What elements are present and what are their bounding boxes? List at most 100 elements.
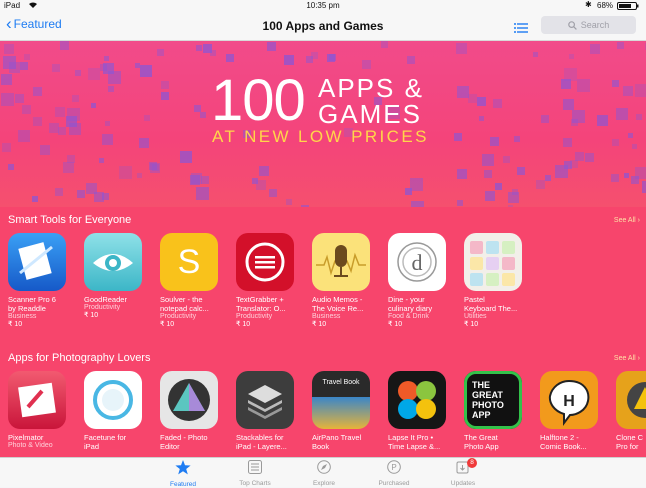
banner-square bbox=[311, 52, 318, 59]
app-name-line2: Editor bbox=[160, 442, 180, 451]
banner-square bbox=[102, 134, 113, 145]
banner-square bbox=[105, 121, 110, 126]
app-card[interactable]: Lapse It Pro • Time Lapse &... bbox=[388, 371, 450, 451]
banner-square bbox=[563, 138, 572, 147]
banner-line1: APPS & bbox=[318, 73, 424, 103]
banner-square bbox=[256, 180, 266, 190]
app-card[interactable]: Stackables for iPad - Layere... bbox=[236, 371, 298, 451]
keyboard-icon bbox=[464, 233, 522, 291]
banner-square bbox=[457, 200, 463, 206]
app-card[interactable]: Audio Memos - The Voice Re... Business ₹… bbox=[312, 233, 374, 329]
app-name: GoodReader bbox=[84, 295, 127, 304]
banner-square bbox=[149, 162, 157, 170]
banner-square bbox=[91, 103, 96, 108]
app-category: Productivity bbox=[236, 313, 273, 320]
search-field[interactable]: Search bbox=[541, 16, 636, 34]
banner-square bbox=[190, 175, 200, 185]
app-name: AirPano Travel bbox=[312, 433, 362, 442]
banner-square bbox=[329, 54, 336, 61]
app-name: Facetune for bbox=[84, 433, 127, 442]
banner-square bbox=[636, 114, 642, 120]
app-name-line2: culinary diary bbox=[388, 304, 433, 313]
banner-square bbox=[284, 55, 294, 65]
app-card[interactable]: d Dine - your culinary diary Food & Drin… bbox=[388, 233, 450, 329]
list-icon bbox=[248, 460, 262, 474]
app-price: ₹ 10 bbox=[312, 321, 327, 328]
banner-square bbox=[77, 190, 85, 198]
banner-square bbox=[362, 60, 371, 69]
app-card[interactable]: Travel Book AirPano Travel Book bbox=[312, 371, 374, 451]
app-card[interactable]: Scanner Pro 6 by Readdle Business ₹ 10 bbox=[8, 233, 70, 329]
app-name: Stackables for bbox=[236, 433, 284, 442]
banner-square bbox=[196, 45, 202, 51]
banner-square bbox=[3, 56, 16, 69]
tab-purchased[interactable]: P Purchased bbox=[364, 460, 424, 487]
svg-text:H: H bbox=[563, 393, 575, 410]
app-card[interactable]: Pixelmator Photo & Video bbox=[8, 371, 70, 450]
search-placeholder: Search bbox=[580, 20, 610, 30]
banner-square bbox=[536, 180, 545, 189]
banner-square bbox=[564, 161, 572, 169]
banner-square bbox=[32, 196, 38, 202]
app-category: Utilities bbox=[464, 313, 487, 320]
banner-square bbox=[485, 191, 495, 201]
list-view-icon[interactable] bbox=[514, 20, 528, 33]
scanner-icon bbox=[8, 233, 66, 291]
svg-text:S: S bbox=[178, 243, 201, 281]
app-card[interactable]: GoodReader Productivity ₹ 10 bbox=[84, 233, 146, 320]
banner-number: 100 bbox=[211, 68, 306, 133]
banner-square bbox=[24, 54, 30, 60]
banner-square bbox=[493, 99, 502, 108]
stack-icon bbox=[236, 371, 294, 429]
purchased-icon: P bbox=[387, 460, 401, 474]
see-all-link[interactable]: See All › bbox=[614, 355, 640, 362]
bluetooth-icon: ✱ bbox=[585, 0, 592, 9]
promo-banner[interactable]: 100 APPS & GAMES AT NEW LOW PRICES bbox=[0, 41, 646, 207]
banner-square bbox=[533, 52, 538, 57]
see-all-link[interactable]: See All › bbox=[614, 217, 640, 224]
banner-square bbox=[477, 97, 486, 106]
app-card[interactable]: S Soulver - the notepad calc... Producti… bbox=[160, 233, 222, 329]
tab-top-charts[interactable]: Top Charts bbox=[225, 460, 285, 487]
banner-square bbox=[201, 176, 209, 184]
banner-square bbox=[457, 169, 467, 179]
tab-featured[interactable]: Featured bbox=[153, 460, 213, 488]
banner-square bbox=[157, 49, 164, 56]
banner-square bbox=[484, 170, 492, 178]
app-card[interactable]: Facetune for iPad bbox=[84, 371, 146, 451]
app-card[interactable]: Faded - Photo Editor bbox=[160, 371, 222, 451]
app-card[interactable]: Pastel Keyboard The... Utilities ₹ 10 bbox=[464, 233, 526, 329]
dine-icon: d bbox=[388, 233, 446, 291]
app-card[interactable]: TextGrabber + Translator: O... Productiv… bbox=[236, 233, 298, 329]
app-price: ₹ 10 bbox=[8, 321, 23, 328]
app-card[interactable]: Clone C Pro for bbox=[616, 371, 646, 451]
search-icon bbox=[567, 20, 577, 30]
textgrabber-icon bbox=[236, 233, 294, 291]
banner-square bbox=[564, 68, 577, 81]
app-category: Business bbox=[8, 313, 37, 320]
svg-text:P: P bbox=[391, 463, 396, 472]
compass-icon bbox=[317, 460, 331, 474]
banner-square bbox=[267, 42, 276, 51]
banner-square bbox=[617, 42, 624, 49]
facetune-icon bbox=[84, 371, 142, 429]
banner-square bbox=[632, 144, 637, 149]
battery-icon bbox=[617, 2, 639, 12]
banner-square bbox=[60, 41, 69, 50]
lapse-icon bbox=[388, 371, 446, 429]
banner-square bbox=[2, 143, 11, 152]
tab-explore[interactable]: Explore bbox=[294, 460, 354, 487]
app-card[interactable]: THE GREAT PHOTO APP The Great Photo App bbox=[464, 371, 526, 451]
banner-square bbox=[616, 108, 628, 120]
banner-square bbox=[577, 79, 590, 92]
banner-square bbox=[635, 167, 646, 179]
banner-square bbox=[514, 136, 520, 142]
banner-square bbox=[88, 68, 100, 80]
app-price: ₹ 10 bbox=[236, 321, 251, 328]
banner-square bbox=[490, 137, 499, 146]
app-name-line2: iPad bbox=[84, 442, 100, 451]
eye-icon bbox=[84, 233, 142, 291]
app-card[interactable]: H Halftone 2 - Comic Book... bbox=[540, 371, 602, 451]
banner-square bbox=[20, 62, 28, 70]
tab-updates[interactable]: 8 Updates bbox=[433, 458, 493, 487]
